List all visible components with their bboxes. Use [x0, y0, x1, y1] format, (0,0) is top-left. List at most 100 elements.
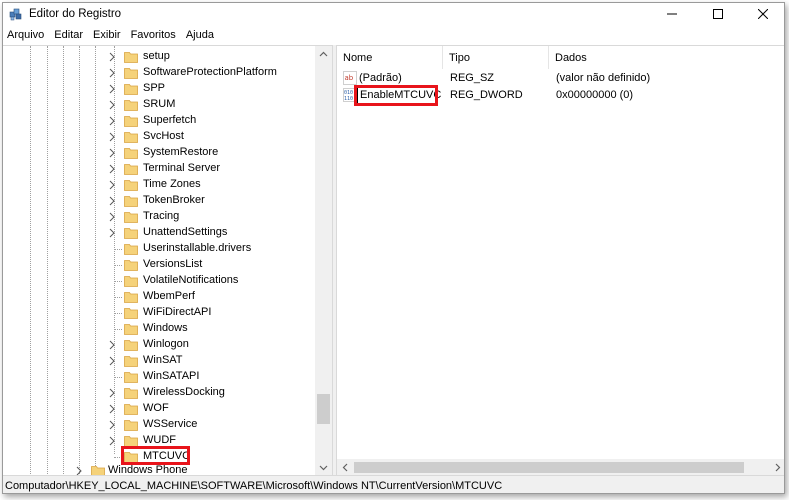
folder-icon: [124, 308, 138, 319]
value-name: (Padrão): [359, 72, 402, 84]
tree-item-versionslist[interactable]: VersionsList: [3, 257, 315, 273]
tree-item-label: WUDF: [143, 434, 176, 446]
tree-item-winsatapi[interactable]: WinSATAPI: [3, 369, 315, 385]
folder-icon: [124, 68, 138, 79]
scroll-up-icon[interactable]: [315, 46, 332, 63]
folder-icon: [91, 466, 105, 475]
maximize-icon: [713, 9, 723, 19]
chevron-right-icon[interactable]: [108, 84, 116, 94]
folder-icon: [124, 148, 138, 159]
menu-help[interactable]: Ajuda: [182, 26, 220, 45]
tree-item-label: WirelessDocking: [143, 386, 225, 398]
scroll-right-icon[interactable]: [769, 459, 785, 476]
tree-item-systemrestore[interactable]: SystemRestore: [3, 145, 315, 161]
tree-item-label: WbemPerf: [143, 290, 195, 302]
chevron-right-icon[interactable]: [108, 340, 116, 350]
tree-item-softwareprotectionplatform[interactable]: SoftwareProtectionPlatform: [3, 65, 315, 81]
tree-item-label: SvcHost: [143, 130, 184, 142]
values-list-pane[interactable]: Nome Tipo Dados ab (Padrão) REG_SZ (valo…: [337, 45, 785, 476]
tree-item-volatilenotifications[interactable]: VolatileNotifications: [3, 273, 315, 289]
chevron-right-icon[interactable]: [108, 212, 116, 222]
tree-item-tracing[interactable]: Tracing: [3, 209, 315, 225]
tree-item-label: WOF: [143, 402, 169, 414]
chevron-right-icon[interactable]: [108, 164, 116, 174]
column-header-name[interactable]: Nome: [337, 46, 443, 69]
tree-item-wbemperf[interactable]: WbemPerf: [3, 289, 315, 305]
folder-icon: [124, 228, 138, 239]
tree-item-srum[interactable]: SRUM: [3, 97, 315, 113]
folder-icon: [124, 404, 138, 415]
tree-item-label: SRUM: [143, 98, 176, 110]
menu-bar: Arquivo Editar Exibir Favoritos Ajuda: [3, 26, 784, 45]
folder-icon: [124, 180, 138, 191]
maximize-button[interactable]: [695, 3, 741, 25]
tree-item-winsat[interactable]: WinSAT: [3, 353, 315, 369]
tree-item-time-zones[interactable]: Time Zones: [3, 177, 315, 193]
scroll-down-icon[interactable]: [315, 459, 332, 475]
tree-item-label: WinSATAPI: [143, 370, 200, 382]
tree-item-wsservice[interactable]: WSService: [3, 417, 315, 433]
chevron-right-icon[interactable]: [108, 68, 116, 78]
highlight-new-value: [354, 85, 438, 106]
folder-icon: [124, 244, 138, 255]
chevron-right-icon[interactable]: [108, 196, 116, 206]
tree-item-superfetch[interactable]: Superfetch: [3, 113, 315, 129]
chevron-right-icon[interactable]: [108, 228, 116, 238]
tree-item-unattendsettings[interactable]: UnattendSettings: [3, 225, 315, 241]
chevron-right-icon[interactable]: [108, 356, 116, 366]
tree-item-label: Winlogon: [143, 338, 189, 350]
tree-item-terminal-server[interactable]: Terminal Server: [3, 161, 315, 177]
tree-item-spp[interactable]: SPP: [3, 81, 315, 97]
tree-item-windows[interactable]: Windows: [3, 321, 315, 337]
chevron-right-icon[interactable]: [108, 52, 116, 62]
tree-item-wifidirectapi[interactable]: WiFiDirectAPI: [3, 305, 315, 321]
tree-item-tokenbroker[interactable]: TokenBroker: [3, 193, 315, 209]
tree-item-label: UnattendSettings: [143, 226, 228, 238]
folder-icon: [124, 420, 138, 431]
chevron-right-icon[interactable]: [108, 420, 116, 430]
menu-edit[interactable]: Editar: [50, 26, 89, 45]
string-value-icon: ab: [343, 71, 357, 85]
scroll-left-icon[interactable]: [337, 459, 354, 476]
tree-item-label: Userinstallable.drivers: [143, 242, 252, 254]
folder-icon: [124, 260, 138, 271]
tree-connector: [114, 377, 122, 378]
column-header-type[interactable]: Tipo: [443, 46, 549, 69]
svg-text:110: 110: [344, 96, 353, 102]
folder-icon: [124, 324, 138, 335]
menu-favorites[interactable]: Favoritos: [127, 26, 182, 45]
title-bar[interactable]: Editor do Registro: [3, 3, 784, 25]
column-header-data[interactable]: Dados: [549, 46, 784, 69]
list-horizontal-scrollbar[interactable]: [337, 459, 785, 476]
folder-icon: [124, 100, 138, 111]
chevron-right-icon[interactable]: [75, 466, 83, 475]
tree-item-winlogon[interactable]: Winlogon: [3, 337, 315, 353]
menu-view[interactable]: Exibir: [89, 26, 127, 45]
svg-text:ab: ab: [345, 74, 354, 82]
tree-connector: [114, 281, 122, 282]
folder-icon: [124, 132, 138, 143]
tree-item-setup[interactable]: setup: [3, 49, 315, 65]
tree-item-wirelessdocking[interactable]: WirelessDocking: [3, 385, 315, 401]
chevron-right-icon[interactable]: [108, 404, 116, 414]
close-button[interactable]: [740, 3, 784, 25]
tree-item-label: Superfetch: [143, 114, 197, 126]
tree-item-wof[interactable]: WOF: [3, 401, 315, 417]
chevron-right-icon[interactable]: [108, 148, 116, 158]
scroll-thumb[interactable]: [317, 394, 330, 424]
tree-item-label: Tracing: [143, 210, 180, 222]
minimize-button[interactable]: [649, 3, 695, 25]
chevron-right-icon[interactable]: [108, 180, 116, 190]
tree-item-label: Windows Phone: [108, 464, 188, 475]
key-tree-pane[interactable]: setup SoftwareProtectionPlatform SPP SRUM Su…: [3, 45, 332, 475]
scroll-thumb[interactable]: [354, 462, 744, 473]
tree-vertical-scrollbar[interactable]: [315, 46, 332, 475]
menu-file[interactable]: Arquivo: [3, 26, 50, 45]
chevron-right-icon[interactable]: [108, 436, 116, 446]
chevron-right-icon[interactable]: [108, 100, 116, 110]
tree-item-userinstallable-drivers[interactable]: Userinstallable.drivers: [3, 241, 315, 257]
chevron-right-icon[interactable]: [108, 388, 116, 398]
chevron-right-icon[interactable]: [108, 132, 116, 142]
tree-item-svchost[interactable]: SvcHost: [3, 129, 315, 145]
chevron-right-icon[interactable]: [108, 116, 116, 126]
